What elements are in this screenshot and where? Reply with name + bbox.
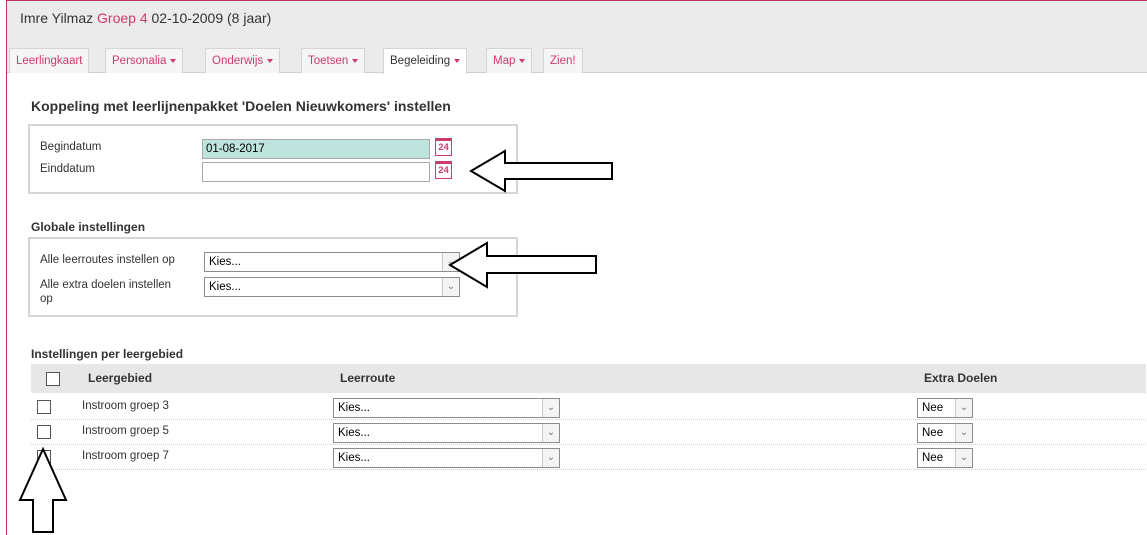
per-area-heading: Instellingen per leergebied: [31, 347, 184, 361]
arrow-left-annotation: [469, 149, 613, 193]
row-area-name: Instroom groep 5: [82, 425, 169, 437]
student-group-link[interactable]: Groep 4: [97, 10, 148, 26]
date-settings-box: Begindatum 24 Einddatum 24: [28, 124, 518, 194]
column-header-route: Leerroute: [340, 371, 396, 385]
chevron-down-icon: [267, 58, 274, 63]
end-date-label: Einddatum: [40, 163, 95, 175]
chevron-down-icon: [170, 58, 177, 63]
row-extra-select[interactable]: Nee ⌄: [917, 448, 973, 468]
table-row: Instroom groep 5 Kies... ⌄ Nee ⌄: [31, 420, 1146, 445]
table-header: Leergebied Leerroute Extra Doelen: [31, 364, 1146, 393]
begin-date-input[interactable]: [202, 139, 430, 159]
all-routes-value: Kies...: [209, 256, 241, 268]
chevron-down-icon: ⌄: [955, 424, 972, 442]
global-settings-heading: Globale instellingen: [31, 220, 146, 234]
chevron-down-icon: ⌄: [542, 399, 559, 417]
chevron-down-icon: ⌄: [542, 424, 559, 442]
tab-begeleiding[interactable]: Begeleiding: [383, 48, 468, 74]
chevron-down-icon: ⌄: [955, 449, 972, 467]
global-settings-box: Alle leerroutes instellen op Kies... ⌄ A…: [28, 237, 518, 317]
row-checkbox[interactable]: [37, 425, 51, 439]
begin-date-label: Begindatum: [40, 141, 102, 153]
end-date-input[interactable]: [202, 162, 430, 182]
column-header-area: Leergebied: [88, 371, 153, 385]
chevron-down-icon: ⌄: [542, 449, 559, 467]
tab-zien[interactable]: Zien!: [543, 48, 583, 73]
row-area-name: Instroom groep 3: [82, 400, 169, 412]
tab-onderwijs[interactable]: Onderwijs: [205, 48, 281, 73]
all-routes-select[interactable]: Kies... ⌄: [204, 252, 460, 272]
all-extra-select[interactable]: Kies... ⌄: [204, 277, 460, 297]
tab-bar: Leerlingkaart Personalia Onderwijs Toets…: [7, 38, 1147, 74]
row-extra-select[interactable]: Nee ⌄: [917, 398, 973, 418]
arrow-up-annotation: [18, 446, 68, 533]
row-checkbox[interactable]: [37, 400, 51, 414]
row-extra-select[interactable]: Nee ⌄: [917, 423, 973, 443]
chevron-down-icon: [352, 58, 359, 63]
chevron-down-icon: ⌄: [955, 399, 972, 417]
calendar-icon[interactable]: 24: [435, 138, 452, 156]
student-header: Imre Yilmaz Groep 4 02-10-2009 (8 jaar): [7, 1, 1147, 38]
tab-toetsen[interactable]: Toetsen: [301, 48, 366, 73]
main-content: Koppeling met leerlijnenpakket 'Doelen N…: [7, 74, 1147, 535]
page-title: Koppeling met leerlijnenpakket 'Doelen N…: [31, 98, 451, 114]
tab-map[interactable]: Map: [486, 48, 533, 73]
chevron-down-icon: [519, 58, 526, 63]
row-route-select[interactable]: Kies... ⌄: [333, 448, 560, 468]
table-row: Instroom groep 7 Kies... ⌄ Nee ⌄: [31, 445, 1146, 470]
tab-personalia[interactable]: Personalia: [105, 48, 184, 73]
column-header-extra: Extra Doelen: [924, 371, 998, 385]
table-row: Instroom groep 3 Kies... ⌄ Nee ⌄: [31, 395, 1146, 420]
row-route-select[interactable]: Kies... ⌄: [333, 398, 560, 418]
student-title: Imre Yilmaz Groep 4 02-10-2009 (8 jaar): [20, 10, 271, 26]
row-area-name: Instroom groep 7: [82, 450, 169, 462]
calendar-icon[interactable]: 24: [435, 161, 452, 179]
all-extra-label: Alle extra doelen instellen: [40, 279, 172, 291]
chevron-down-icon: [454, 58, 461, 63]
tab-leerlingkaart[interactable]: Leerlingkaart: [9, 48, 90, 73]
all-routes-label: Alle leerroutes instellen op: [40, 254, 175, 266]
arrow-left-annotation: [448, 241, 597, 289]
select-all-checkbox[interactable]: [46, 372, 60, 386]
all-extra-label-cont: op: [40, 293, 53, 305]
row-route-select[interactable]: Kies... ⌄: [333, 423, 560, 443]
all-extra-value: Kies...: [209, 281, 241, 293]
student-name: Imre Yilmaz: [20, 10, 94, 26]
student-birthdate: 02-10-2009 (8 jaar): [151, 10, 272, 26]
